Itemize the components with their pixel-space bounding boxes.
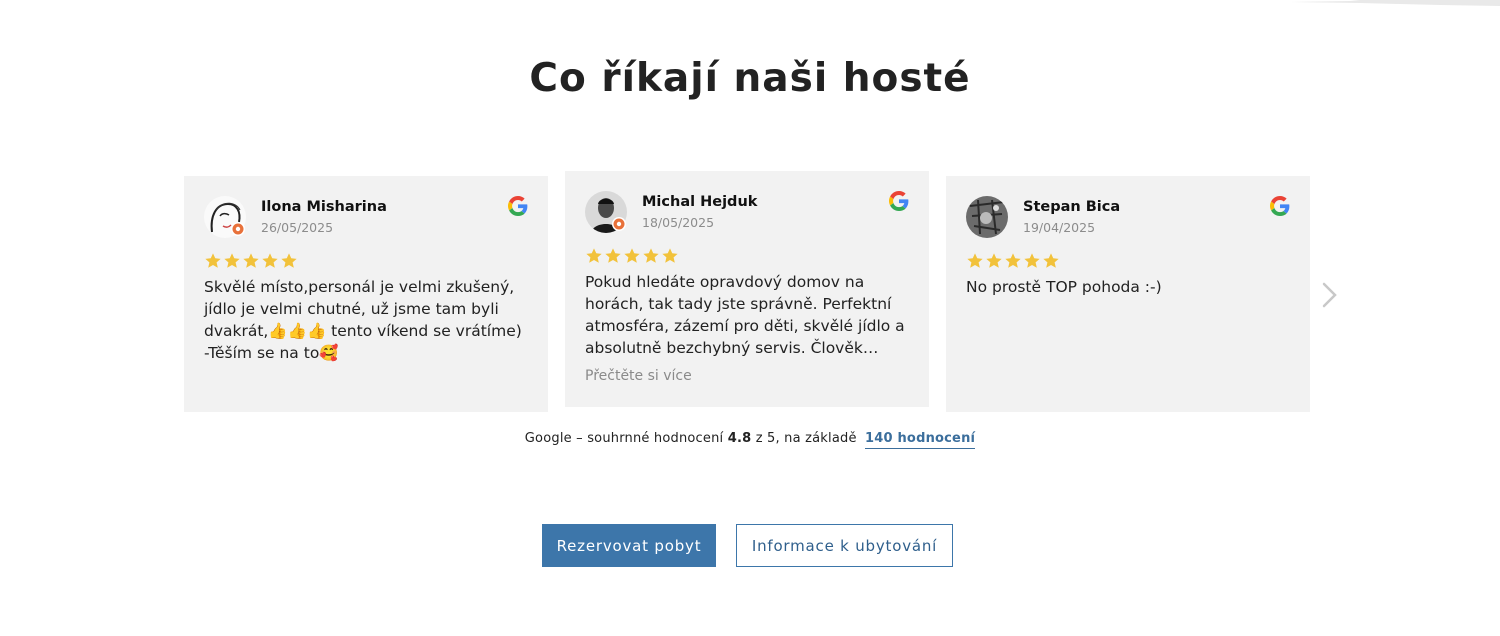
review-text: Skvělé místo,personál je velmi zkušený, …: [204, 278, 522, 362]
local-guide-badge-icon: [612, 217, 626, 231]
reviewer-avatar: [966, 196, 1008, 238]
star-rating: [966, 252, 1060, 272]
review-card: Ilona Misharina 26/05/2025 Skvělé místo,…: [184, 176, 548, 412]
star-icon: [1005, 253, 1021, 268]
star-icon: [224, 253, 240, 268]
review-card: Stepan Bica 19/04/2025 No prostě TOP poh…: [946, 176, 1310, 412]
accommodation-info-button[interactable]: Informace k ubytování: [736, 524, 953, 567]
star-icon: [605, 248, 621, 263]
google-icon: [889, 191, 909, 211]
star-icon: [986, 253, 1002, 268]
section-title: Co říkají naši hosté: [529, 56, 971, 101]
reviewer-name: Stepan Bica: [1023, 199, 1121, 215]
decorative-brush-stroke: [1290, 0, 1500, 6]
summary-prefix: Google – souhrnné hodnocení: [524, 431, 724, 446]
star-icon: [262, 253, 278, 268]
star-icon: [1024, 253, 1040, 268]
read-more-link[interactable]: Přečtěte si více: [585, 368, 692, 384]
local-guide-badge-icon: [231, 222, 245, 236]
reviews-count-link[interactable]: 140 hodnocení: [865, 431, 976, 449]
rating-summary: Google – souhrnné hodnocení 4.8 z 5, na …: [0, 431, 1500, 449]
star-rating: [585, 247, 679, 267]
star-icon: [205, 253, 221, 268]
star-icon: [643, 248, 659, 263]
summary-score: 4.8: [727, 431, 752, 446]
star-rating: [204, 252, 298, 272]
star-icon: [624, 248, 640, 263]
summary-middle: z 5, na základě: [755, 431, 857, 446]
review-card: Michal Hejduk 18/05/2025 Pokud hledáte o…: [565, 171, 929, 407]
star-icon: [281, 253, 297, 268]
review-text: Pokud hledáte opravdový domov na horách,…: [585, 273, 905, 357]
google-icon: [1270, 196, 1290, 216]
book-stay-button[interactable]: Rezervovat pobyt: [542, 524, 716, 567]
review-date: 26/05/2025: [261, 220, 334, 235]
review-date: 19/04/2025: [1023, 220, 1096, 235]
star-icon: [586, 248, 602, 263]
review-text: No prostě TOP pohoda :-): [966, 278, 1162, 296]
star-icon: [1043, 253, 1059, 268]
chevron-right-icon[interactable]: [1318, 280, 1340, 310]
reviewer-name: Michal Hejduk: [642, 194, 758, 210]
reviewer-name: Ilona Misharina: [261, 199, 387, 215]
star-icon: [243, 253, 259, 268]
star-icon: [967, 253, 983, 268]
google-icon: [508, 196, 528, 216]
star-icon: [662, 248, 678, 263]
review-date: 18/05/2025: [642, 215, 715, 230]
